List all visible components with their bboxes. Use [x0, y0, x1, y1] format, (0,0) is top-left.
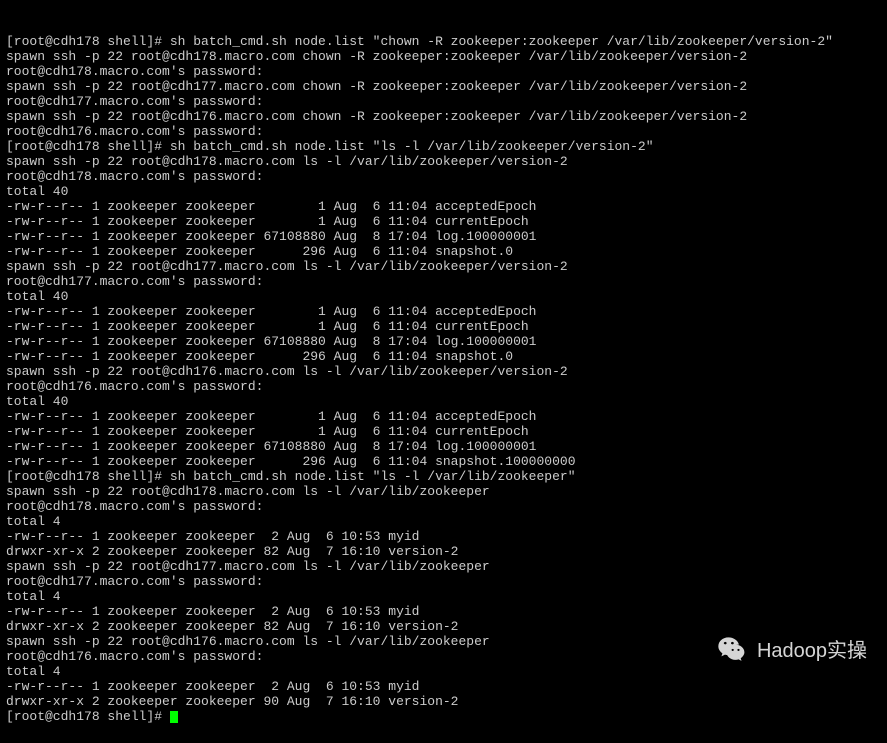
- terminal-line: -rw-r--r-- 1 zookeeper zookeeper 1 Aug 6…: [6, 304, 881, 319]
- terminal-line: root@cdh177.macro.com's password:: [6, 274, 881, 289]
- terminal-line: [root@cdh178 shell]# sh batch_cmd.sh nod…: [6, 34, 881, 49]
- terminal-prompt-line[interactable]: [root@cdh178 shell]#: [6, 709, 881, 724]
- terminal-line: total 40: [6, 394, 881, 409]
- terminal-line: -rw-r--r-- 1 zookeeper zookeeper 1 Aug 6…: [6, 214, 881, 229]
- terminal-line: -rw-r--r-- 1 zookeeper zookeeper 296 Aug…: [6, 454, 881, 469]
- terminal-line: [root@cdh178 shell]# sh batch_cmd.sh nod…: [6, 139, 881, 154]
- terminal-output[interactable]: [root@cdh178 shell]# sh batch_cmd.sh nod…: [0, 0, 887, 743]
- terminal-prompt: [root@cdh178 shell]#: [6, 709, 170, 724]
- terminal-line: root@cdh177.macro.com's password:: [6, 574, 881, 589]
- terminal-line: -rw-r--r-- 1 zookeeper zookeeper 6710888…: [6, 334, 881, 349]
- terminal-line: spawn ssh -p 22 root@cdh177.macro.com ch…: [6, 79, 881, 94]
- terminal-line: root@cdh177.macro.com's password:: [6, 94, 881, 109]
- terminal-line: -rw-r--r-- 1 zookeeper zookeeper 2 Aug 6…: [6, 529, 881, 544]
- terminal-line: total 4: [6, 514, 881, 529]
- terminal-cursor: [170, 711, 178, 723]
- terminal-line: root@cdh176.macro.com's password:: [6, 379, 881, 394]
- terminal-line: -rw-r--r-- 1 zookeeper zookeeper 1 Aug 6…: [6, 409, 881, 424]
- terminal-line: root@cdh178.macro.com's password:: [6, 169, 881, 184]
- terminal-line: -rw-r--r-- 1 zookeeper zookeeper 1 Aug 6…: [6, 424, 881, 439]
- terminal-line: spawn ssh -p 22 root@cdh178.macro.com ls…: [6, 154, 881, 169]
- terminal-line: root@cdh178.macro.com's password:: [6, 499, 881, 514]
- terminal-line: total 40: [6, 184, 881, 199]
- terminal-line: drwxr-xr-x 2 zookeeper zookeeper 82 Aug …: [6, 619, 881, 634]
- watermark-text: Hadoop实操: [757, 644, 867, 659]
- terminal-line: total 40: [6, 289, 881, 304]
- terminal-line: -rw-r--r-- 1 zookeeper zookeeper 296 Aug…: [6, 244, 881, 259]
- terminal-line: root@cdh178.macro.com's password:: [6, 64, 881, 79]
- terminal-line: spawn ssh -p 22 root@cdh178.macro.com ls…: [6, 484, 881, 499]
- terminal-line: -rw-r--r-- 1 zookeeper zookeeper 1 Aug 6…: [6, 199, 881, 214]
- terminal-line: spawn ssh -p 22 root@cdh177.macro.com ls…: [6, 559, 881, 574]
- terminal-line: -rw-r--r-- 1 zookeeper zookeeper 6710888…: [6, 229, 881, 244]
- terminal-line: drwxr-xr-x 2 zookeeper zookeeper 90 Aug …: [6, 694, 881, 709]
- terminal-line: spawn ssh -p 22 root@cdh178.macro.com ch…: [6, 49, 881, 64]
- terminal-line: drwxr-xr-x 2 zookeeper zookeeper 82 Aug …: [6, 544, 881, 559]
- terminal-line: -rw-r--r-- 1 zookeeper zookeeper 2 Aug 6…: [6, 604, 881, 619]
- terminal-line: -rw-r--r-- 1 zookeeper zookeeper 2 Aug 6…: [6, 679, 881, 694]
- terminal-line: spawn ssh -p 22 root@cdh176.macro.com ch…: [6, 109, 881, 124]
- terminal-line: -rw-r--r-- 1 zookeeper zookeeper 6710888…: [6, 439, 881, 454]
- terminal-line: [root@cdh178 shell]# sh batch_cmd.sh nod…: [6, 469, 881, 484]
- terminal-line: root@cdh176.macro.com's password:: [6, 124, 881, 139]
- watermark: Hadoop实操: [717, 635, 867, 667]
- wechat-icon: [717, 635, 749, 667]
- terminal-line: -rw-r--r-- 1 zookeeper zookeeper 1 Aug 6…: [6, 319, 881, 334]
- terminal-line: -rw-r--r-- 1 zookeeper zookeeper 296 Aug…: [6, 349, 881, 364]
- terminal-line: total 4: [6, 589, 881, 604]
- terminal-line: spawn ssh -p 22 root@cdh177.macro.com ls…: [6, 259, 881, 274]
- terminal-line: spawn ssh -p 22 root@cdh176.macro.com ls…: [6, 364, 881, 379]
